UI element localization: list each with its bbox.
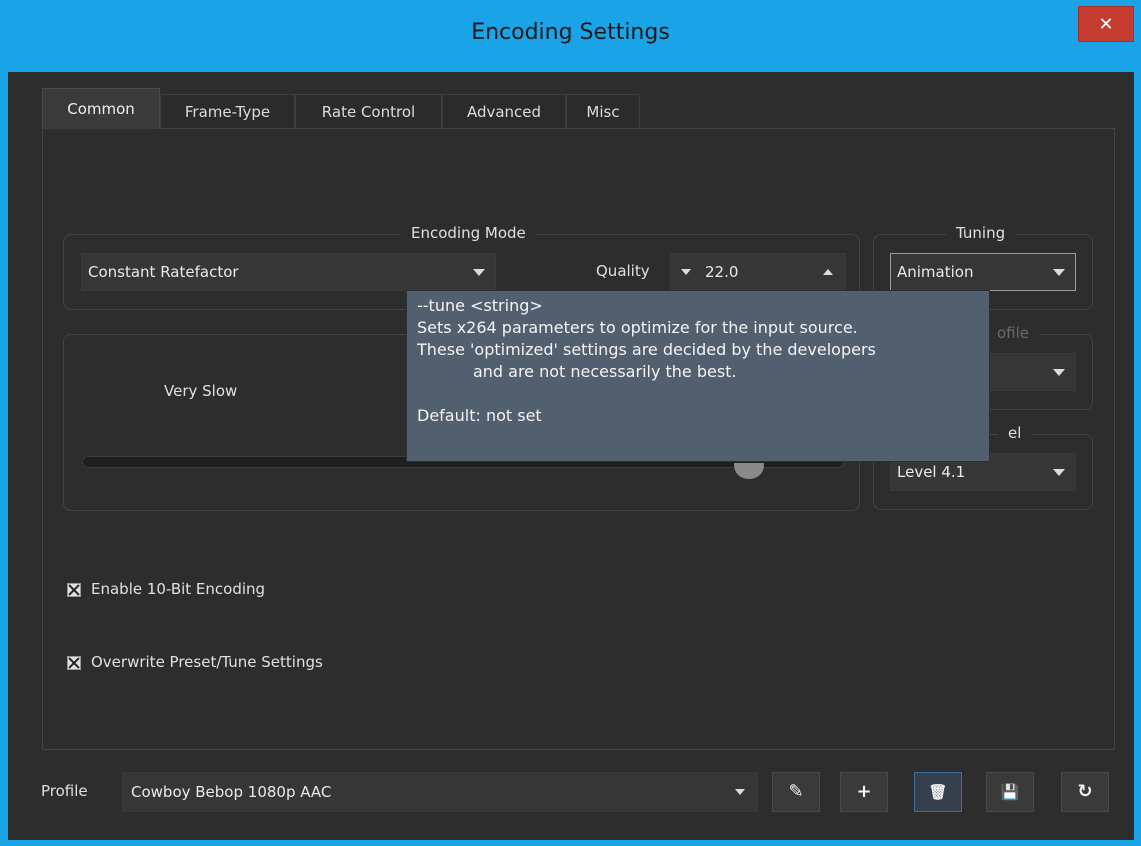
save-profile-button[interactable]: 💾 — [986, 772, 1034, 812]
tune-tooltip: --tune <string> Sets x264 parameters to … — [406, 290, 990, 462]
profile-group-title: ofile — [987, 324, 1040, 342]
enable-10bit-label[interactable]: Enable 10-Bit Encoding — [91, 580, 265, 598]
quality-spinbox[interactable]: 22.0 — [670, 253, 846, 291]
trash-icon: 🗑 — [928, 783, 948, 801]
spin-up-icon[interactable] — [823, 269, 833, 275]
encoding-mode-title: Encoding Mode — [401, 224, 536, 242]
tooltip-line: These 'optimized' settings are decided b… — [417, 340, 876, 359]
level-value: Level 4.1 — [897, 463, 966, 481]
overwrite-preset-label[interactable]: Overwrite Preset/Tune Settings — [91, 653, 323, 671]
preset-slider-handle[interactable] — [734, 463, 764, 479]
overwrite-preset-checkbox[interactable] — [67, 656, 81, 670]
quality-value: 22.0 — [705, 263, 739, 281]
tooltip-line: and are not necessarily the best. — [417, 362, 737, 381]
save-icon: 💾 — [1000, 783, 1020, 801]
edit-icon: ✎ — [788, 781, 804, 802]
tab-rate-control[interactable]: Rate Control — [295, 94, 442, 128]
title-bar[interactable]: Encoding Settings ✕ — [0, 0, 1141, 72]
enable-10bit-checkbox[interactable] — [67, 583, 81, 597]
encoding-settings-window: Encoding Settings ✕ Common Frame-Type Ra… — [0, 0, 1141, 846]
reset-icon: ↻ — [1077, 781, 1093, 802]
window-title: Encoding Settings — [471, 20, 670, 45]
tooltip-line — [417, 383, 979, 405]
delete-profile-button[interactable]: 🗑 — [914, 772, 962, 812]
tooltip-line: --tune <string> — [417, 296, 543, 315]
chevron-down-icon — [735, 789, 745, 795]
profile-select[interactable]: Cowboy Bebop 1080p AAC — [122, 772, 758, 812]
tab-frame-type[interactable]: Frame-Type — [160, 94, 295, 128]
plus-icon: + — [856, 781, 872, 802]
tab-advanced[interactable]: Advanced — [442, 94, 566, 128]
edit-profile-button[interactable]: ✎ — [772, 772, 820, 812]
tuning-title: Tuning — [946, 224, 1016, 242]
spin-down-icon[interactable] — [681, 269, 691, 275]
profile-bar-label: Profile — [41, 782, 88, 800]
tuning-value: Animation — [897, 263, 974, 281]
tooltip-line: Sets x264 parameters to optimize for the… — [417, 318, 858, 337]
chevron-down-icon — [1053, 369, 1065, 376]
close-button[interactable]: ✕ — [1078, 6, 1134, 42]
chevron-down-icon — [1053, 469, 1065, 476]
encoding-mode-value: Constant Ratefactor — [88, 263, 239, 281]
tab-common[interactable]: Common — [42, 88, 160, 129]
preset-value-label: Very Slow — [164, 382, 238, 400]
chevron-down-icon — [1053, 269, 1065, 276]
level-group-title: el — [998, 424, 1032, 442]
quality-label: Quality — [596, 262, 650, 280]
tab-misc[interactable]: Misc — [566, 94, 640, 128]
tooltip-line: Default: not set — [417, 406, 542, 425]
encoding-mode-dropdown[interactable]: Constant Ratefactor — [81, 253, 496, 291]
profile-select-value: Cowboy Bebop 1080p AAC — [131, 783, 332, 801]
tuning-dropdown[interactable]: Animation — [890, 253, 1076, 291]
chevron-down-icon — [473, 269, 485, 276]
add-profile-button[interactable]: + — [840, 772, 888, 812]
reset-profile-button[interactable]: ↻ — [1061, 772, 1109, 812]
